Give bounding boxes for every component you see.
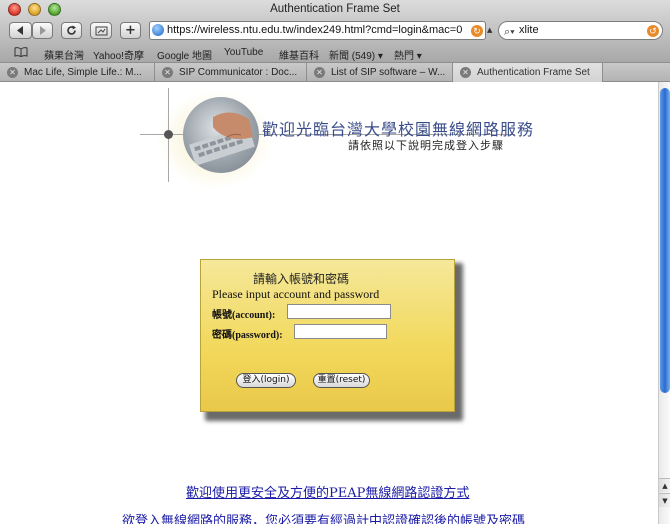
back-arrow-icon bbox=[17, 26, 23, 35]
tab[interactable]: ✕ List of SIP software – W... bbox=[307, 63, 453, 82]
address-bar-url: https://wireless.ntu.edu.tw/index249.htm… bbox=[167, 24, 463, 36]
tab-label: Authentication Frame Set bbox=[477, 67, 590, 78]
close-tab-icon[interactable]: ✕ bbox=[162, 67, 173, 78]
close-tab-icon[interactable]: ✕ bbox=[7, 67, 18, 78]
browser-chrome: Authentication Frame Set + https://wirel… bbox=[0, 0, 670, 62]
scroll-down-arrow-icon[interactable]: ▼ bbox=[659, 493, 670, 507]
search-value: xlite bbox=[519, 24, 539, 36]
login-panel: 請輸入帳號和密碼 Please input account and passwo… bbox=[200, 259, 455, 412]
login-notice-text: 欲登入無線網路的服務，您必須要有經過計中認證確認後的帳號及密碼 bbox=[122, 514, 526, 524]
page-content: 歡迎光臨台灣大學校園無線網路服務 請依照以下說明完成登入步驟 請輸入帳號和密碼 … bbox=[0, 82, 658, 524]
tab-label: List of SIP software – W... bbox=[331, 67, 446, 78]
bookmark-item[interactable]: 新聞 (549) ▾ bbox=[329, 47, 383, 62]
globe-icon bbox=[152, 24, 164, 36]
tab[interactable]: ✕ SIP Communicator : Doc... bbox=[155, 63, 307, 82]
password-input[interactable] bbox=[294, 324, 387, 339]
reset-button[interactable]: 重置(reset) bbox=[313, 373, 370, 388]
scrollbar-thumb[interactable] bbox=[660, 88, 670, 393]
close-tab-icon[interactable]: ✕ bbox=[314, 67, 325, 78]
bookmark-item[interactable]: YouTube bbox=[224, 47, 263, 58]
tab-bar: ✕ Mac Life, Simple Life.: M... ✕ SIP Com… bbox=[0, 62, 670, 82]
banner-crosshair-dot bbox=[164, 130, 173, 139]
account-input[interactable] bbox=[287, 304, 391, 319]
page-reload-icon[interactable]: ↻ bbox=[471, 25, 483, 37]
banner-hand-keyboard-image bbox=[183, 97, 259, 173]
forward-button[interactable] bbox=[32, 22, 53, 39]
vertical-scrollbar[interactable]: ▲ ▼ bbox=[658, 82, 670, 524]
bookmark-item[interactable]: 蘋果台灣 bbox=[44, 47, 84, 62]
reload-button[interactable] bbox=[61, 22, 82, 39]
tab-label: Mac Life, Simple Life.: M... bbox=[24, 67, 142, 78]
peap-info-link[interactable]: 歡迎使用更安全及方便的PEAP無線網路認證方式 bbox=[186, 482, 469, 501]
address-dropdown-icon[interactable]: ▲ bbox=[487, 26, 492, 34]
search-icon: ⌕▾ bbox=[504, 26, 515, 38]
search-field[interactable]: ⌕▾ xlite ↺ bbox=[498, 21, 663, 40]
login-title-zh: 請輸入帳號和密碼 bbox=[253, 272, 350, 286]
tab[interactable]: ✕ Mac Life, Simple Life.: M... bbox=[0, 63, 155, 82]
browser-window: Authentication Frame Set + https://wirel… bbox=[0, 0, 670, 524]
snapback-button[interactable] bbox=[90, 22, 112, 39]
search-clear-icon[interactable]: ↺ bbox=[647, 25, 659, 37]
window-title: Authentication Frame Set bbox=[270, 3, 400, 15]
add-bookmark-button[interactable]: + bbox=[120, 22, 141, 39]
close-tab-icon[interactable]: ✕ bbox=[460, 67, 471, 78]
bookmark-item[interactable]: Yahoo!奇摩 bbox=[93, 47, 144, 62]
login-title-en: Please input account and password bbox=[212, 287, 380, 301]
reload-icon bbox=[67, 25, 76, 35]
login-button[interactable]: 登入(login) bbox=[236, 373, 296, 388]
back-button[interactable] bbox=[9, 22, 32, 39]
account-label: 帳號(account): bbox=[212, 310, 276, 321]
bookmark-item[interactable]: 維基百科 bbox=[279, 47, 319, 62]
address-bar[interactable]: https://wireless.ntu.edu.tw/index249.htm… bbox=[149, 21, 486, 40]
title-bar: Authentication Frame Set bbox=[0, 0, 670, 20]
tab-active[interactable]: ✕ Authentication Frame Set bbox=[453, 63, 603, 82]
banner-subtitle: 請依照以下說明完成登入步驟 bbox=[348, 139, 504, 152]
show-all-bookmarks-icon[interactable] bbox=[14, 47, 28, 60]
bookmark-item[interactable]: Google 地圖 bbox=[157, 47, 212, 62]
scroll-up-arrow-icon[interactable]: ▲ bbox=[659, 478, 670, 492]
bookmark-item[interactable]: 熱門 ▾ bbox=[394, 47, 422, 62]
snapback-icon bbox=[95, 26, 107, 35]
forward-arrow-icon bbox=[40, 26, 46, 35]
password-label: 密碼(password): bbox=[212, 330, 283, 341]
tab-label: SIP Communicator : Doc... bbox=[179, 67, 298, 78]
bookmarks-bar: 蘋果台灣 Yahoo!奇摩 Google 地圖 YouTube 維基百科 新聞 … bbox=[0, 43, 670, 63]
